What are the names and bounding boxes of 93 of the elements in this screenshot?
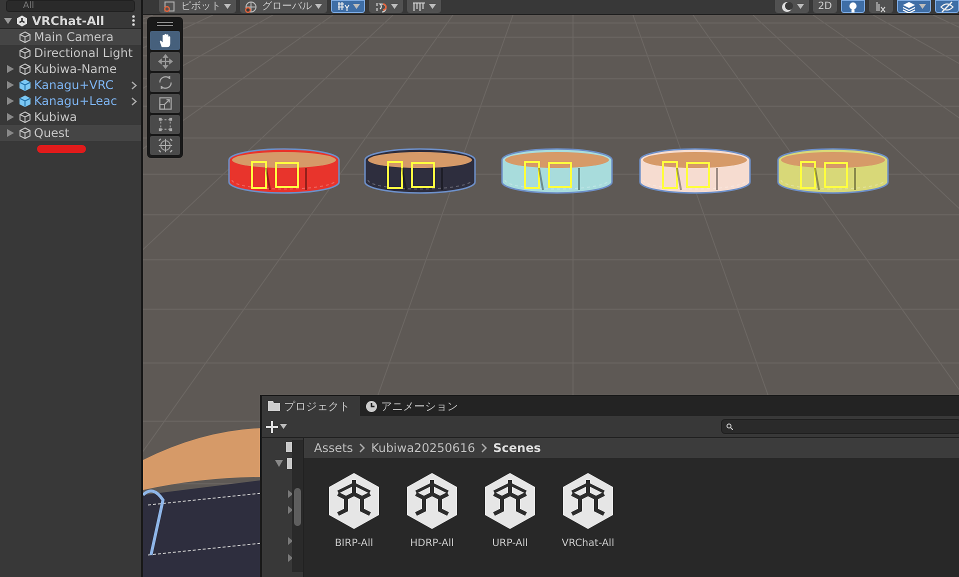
- rotate-icon: [156, 74, 174, 91]
- breadcrumb-link[interactable]: Scenes: [493, 441, 541, 455]
- move-tool-button[interactable]: [150, 52, 180, 71]
- expand-arrow-icon[interactable]: [4, 16, 12, 24]
- scale-tool-button[interactable]: [150, 94, 180, 113]
- expand-arrow-icon[interactable]: [7, 97, 14, 105]
- hierarchy-row[interactable]: Quest: [0, 125, 141, 141]
- transform-icon: [156, 137, 174, 154]
- cube-icon: [19, 47, 31, 59]
- caret-icon[interactable]: [796, 4, 804, 9]
- light-bulb-button[interactable]: [841, 0, 865, 13]
- object-name: Main Camera: [34, 30, 114, 44]
- object-name: Kanagu+VRC: [34, 78, 114, 92]
- grid-snap-button[interactable]: [331, 0, 365, 13]
- expand-arrow-icon[interactable]: [288, 537, 293, 545]
- toolbar-button[interactable]: グローバル: [240, 0, 327, 13]
- folder-icon: [268, 401, 280, 411]
- effects-button[interactable]: [869, 0, 893, 13]
- unity-scene-icon: [406, 472, 458, 530]
- cube-icon: [19, 31, 31, 43]
- sphere-button[interactable]: [774, 0, 809, 13]
- hand-tool-button[interactable]: [150, 31, 180, 50]
- caret-icon[interactable]: [919, 4, 926, 9]
- caret-icon[interactable]: [391, 4, 398, 9]
- toolbar-button[interactable]: 2D: [812, 0, 837, 13]
- breadcrumb-link[interactable]: Kubiwa20250616: [371, 441, 476, 455]
- expand-arrow-icon[interactable]: [288, 554, 293, 562]
- breadcrumb-link[interactable]: Assets: [314, 441, 354, 455]
- cube-icon: [19, 95, 31, 107]
- chevron-right-icon: [359, 443, 366, 453]
- cube-icon: [19, 79, 31, 91]
- object-name: Directional Light: [34, 46, 133, 60]
- panel-tab[interactable]: プロジェクト: [262, 396, 360, 416]
- scale-icon: [156, 95, 174, 112]
- scrollbar[interactable]: [292, 440, 303, 572]
- expand-arrow-icon[interactable]: [7, 81, 14, 89]
- caret-icon[interactable]: [315, 4, 322, 9]
- ruler-button[interactable]: [407, 0, 441, 13]
- search-placeholder: All: [23, 1, 34, 11]
- effects-icon: [874, 0, 888, 12]
- caret-icon[interactable]: [224, 4, 231, 9]
- add-icon[interactable]: [266, 420, 278, 432]
- scene-name: VRChat-All: [32, 14, 104, 28]
- unity-scene-icon: [484, 472, 536, 530]
- toolbar-button[interactable]: ピボット: [159, 0, 236, 13]
- drag-handle-icon[interactable]: [157, 22, 173, 26]
- expand-arrow-icon[interactable]: [7, 113, 14, 121]
- unity-logo-icon: [16, 14, 28, 26]
- asset-name[interactable]: VRChat-All: [562, 538, 614, 549]
- rotate-tool-button[interactable]: [150, 73, 180, 92]
- chevron-right-icon: [481, 443, 488, 453]
- cube-icon: [19, 111, 31, 123]
- asset-name[interactable]: HDRP-All: [410, 538, 454, 549]
- hierarchy-row[interactable]: Main Camera: [0, 29, 141, 45]
- magnet-icon: [374, 0, 388, 12]
- cube-icon: [19, 127, 31, 139]
- hierarchy-row[interactable]: Directional Light: [0, 45, 141, 61]
- magnet-button[interactable]: [369, 0, 403, 13]
- hierarchy-row[interactable]: Kubiwa-Name: [0, 61, 141, 77]
- layers-button[interactable]: [897, 0, 931, 13]
- eye-icon: [940, 0, 954, 12]
- asset-name[interactable]: URP-All: [492, 538, 528, 549]
- search-field[interactable]: [721, 419, 959, 434]
- object-name: Kubiwa-Name: [34, 62, 117, 76]
- rect-icon: [156, 116, 174, 133]
- caret-icon[interactable]: [429, 4, 436, 9]
- hierarchy-row[interactable]: Kanagu+VRC: [0, 77, 141, 93]
- caret-icon[interactable]: [353, 4, 360, 9]
- grid-snap-icon: [336, 0, 350, 12]
- expand-arrow-icon[interactable]: [7, 129, 14, 137]
- hierarchy-row[interactable]: Kubiwa: [0, 109, 141, 125]
- hierarchy-row[interactable]: Kanagu+Leac: [0, 93, 141, 109]
- clock-icon: [366, 400, 377, 412]
- scribble-mark: [37, 145, 86, 153]
- asset-name[interactable]: BIRP-All: [334, 538, 374, 549]
- search-icon: [726, 423, 733, 430]
- eye-button[interactable]: [935, 0, 959, 13]
- unity-scene-icon: [562, 472, 614, 530]
- object-name: Quest: [34, 126, 70, 140]
- object-name: Kanagu+Leac: [34, 94, 118, 108]
- rect-tool-button[interactable]: [150, 115, 180, 134]
- ruler-icon: [412, 0, 426, 12]
- layers-icon: [902, 0, 916, 12]
- unity-scene-icon: [328, 472, 380, 530]
- caret-icon[interactable]: [280, 424, 287, 429]
- move-arrows-icon: [156, 53, 174, 70]
- object-name: Kubiwa: [34, 110, 77, 124]
- more-options-icon[interactable]: [132, 15, 135, 26]
- expand-arrow-icon[interactable]: [7, 65, 14, 73]
- transform-tool-button[interactable]: [150, 136, 180, 155]
- expand-arrow-icon[interactable]: [275, 460, 283, 467]
- panel-tab[interactable]: アニメーション: [360, 396, 468, 416]
- cube-icon: [19, 63, 31, 75]
